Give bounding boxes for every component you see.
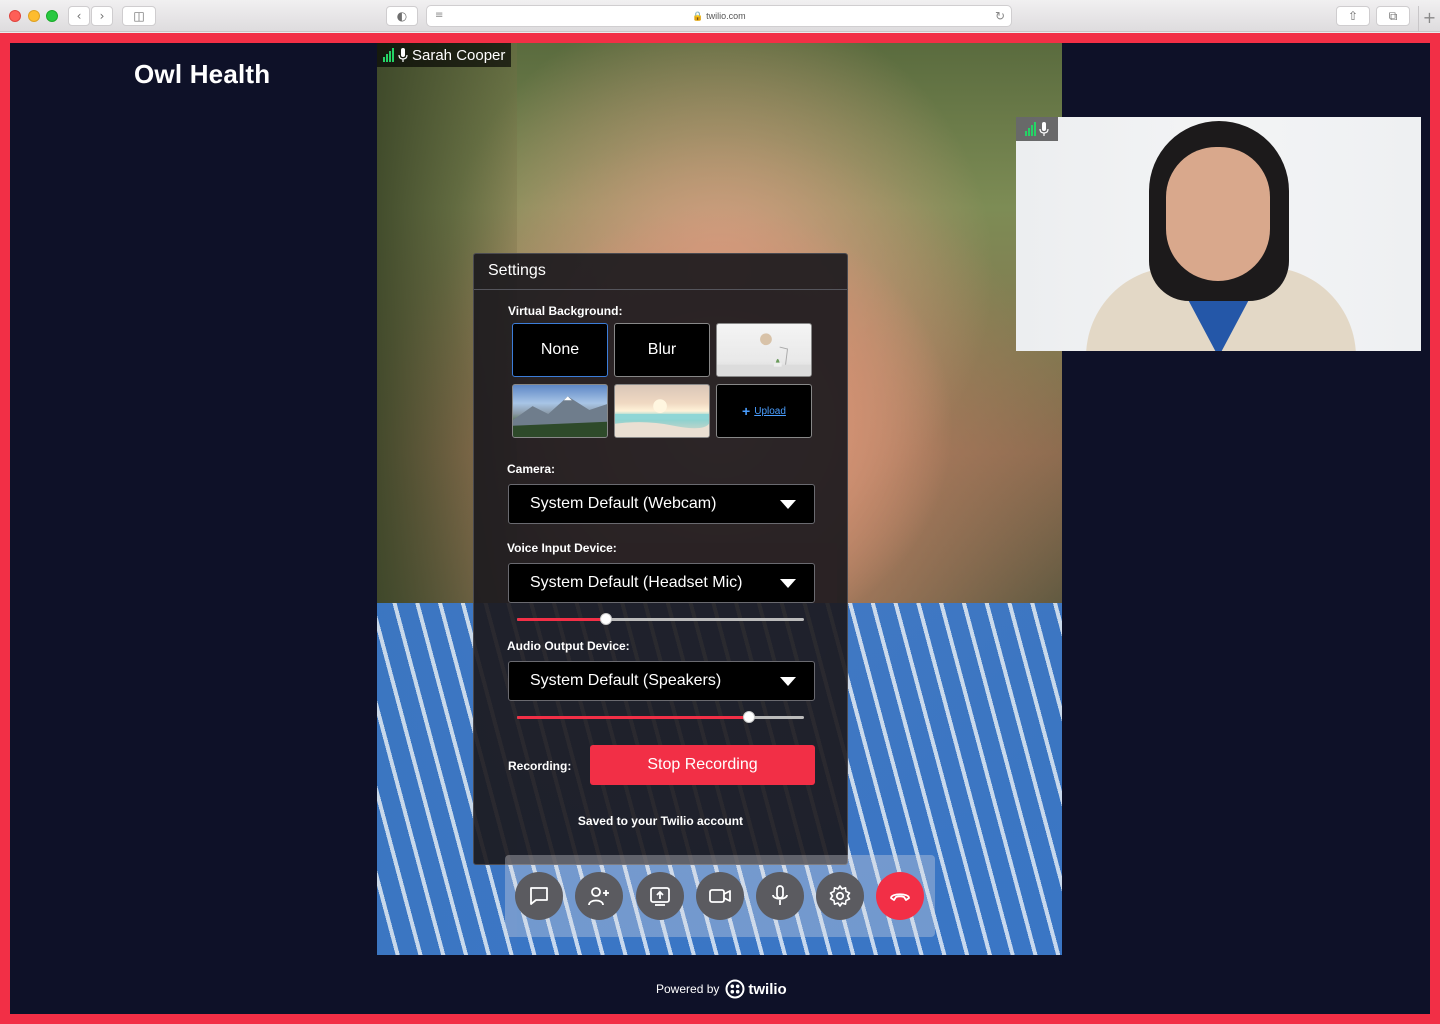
beach-image-thumbnail <box>615 399 709 437</box>
voice-input-label: Voice Input Device: <box>507 541 617 555</box>
chevron-down-icon <box>780 500 796 509</box>
settings-panel: Settings Virtual Background: None Blur +… <box>473 253 848 865</box>
camera-label: Camera: <box>507 462 556 476</box>
background-upload-button[interactable]: + Upload <box>716 384 812 438</box>
brand-logo: Owl Health <box>134 59 271 89</box>
add-person-icon <box>588 887 609 906</box>
audio-output-volume-fill <box>517 716 750 719</box>
forward-button[interactable]: › <box>91 6 113 26</box>
camera-select[interactable]: System Default (Webcam) <box>508 484 815 524</box>
video-camera-icon <box>709 889 731 903</box>
app-body: Owl Health Sarah Cooper Settings Virtual… <box>10 43 1430 1014</box>
microphone-icon <box>398 47 408 62</box>
remote-participant-tag <box>1016 117 1058 141</box>
background-option-mountain-image[interactable] <box>512 384 608 438</box>
microphone-icon <box>1039 121 1049 136</box>
remote-subject-face <box>1166 147 1270 281</box>
background-option-label: Blur <box>647 341 677 358</box>
network-quality-icon <box>383 48 394 62</box>
twilio-logo-icon <box>725 979 745 999</box>
audio-output-volume-slider[interactable] <box>517 711 804 723</box>
tabs-icon: ⧉ <box>1388 8 1398 23</box>
twilio-logo-text: twilio <box>748 980 787 998</box>
audio-output-select[interactable]: System Default (Speakers) <box>508 661 815 701</box>
settings-button[interactable] <box>816 872 864 920</box>
share-screen-icon <box>650 887 670 906</box>
settings-title: Settings <box>488 262 546 279</box>
chat-icon <box>530 887 548 905</box>
app-frame: Owl Health Sarah Cooper Settings Virtual… <box>0 33 1440 1024</box>
shield-icon: ◐ <box>396 9 408 23</box>
background-option-none[interactable]: None <box>512 323 608 377</box>
share-screen-button[interactable] <box>636 872 684 920</box>
audio-output-label: Audio Output Device: <box>507 639 630 653</box>
stop-recording-label: Stop Recording <box>647 756 758 773</box>
sidebar-toggle-button[interactable]: ◫ <box>122 6 156 26</box>
participant-name: Sarah Cooper <box>412 46 506 64</box>
twilio-logo[interactable]: twilio <box>725 979 787 999</box>
camera-select-value: System Default (Webcam) <box>530 495 717 512</box>
upload-link[interactable]: Upload <box>754 406 786 417</box>
sidebar-icon: ◫ <box>133 9 145 23</box>
minimize-window-button[interactable] <box>28 10 40 22</box>
voice-input-volume-slider[interactable] <box>517 613 804 625</box>
back-button[interactable]: ‹ <box>68 6 90 26</box>
microphone-toggle-button[interactable] <box>756 872 804 920</box>
stop-recording-button[interactable]: Stop Recording <box>590 745 815 785</box>
powered-by-footer: Powered by twilio <box>656 979 787 999</box>
reload-icon[interactable]: ↻ <box>995 9 1005 23</box>
background-option-blur[interactable]: Blur <box>614 323 710 377</box>
camera-toggle-button[interactable] <box>696 872 744 920</box>
remote-participant-video <box>1016 117 1421 351</box>
background-option-beach-image[interactable] <box>614 384 710 438</box>
add-participant-button[interactable] <box>575 872 623 920</box>
recording-saved-note: Saved to your Twilio account <box>577 814 744 828</box>
settings-divider <box>474 289 847 290</box>
microphone-icon <box>772 885 788 905</box>
virtual-background-label: Virtual Background: <box>508 304 623 318</box>
audio-output-select-value: System Default (Speakers) <box>530 672 722 689</box>
end-call-button[interactable] <box>876 872 924 920</box>
hang-up-icon <box>890 893 910 901</box>
share-button[interactable]: ⇧ <box>1336 6 1370 26</box>
powered-by-label: Powered by <box>656 982 720 996</box>
chat-button[interactable] <box>515 872 563 920</box>
plus-icon: + <box>742 403 751 419</box>
share-icon: ⇧ <box>1347 9 1359 23</box>
voice-input-select[interactable]: System Default (Headset Mic) <box>508 563 815 603</box>
participant-name-tag: Sarah Cooper <box>377 43 512 67</box>
chevron-right-icon: › <box>99 9 105 23</box>
audio-output-volume-knob[interactable] <box>743 711 756 723</box>
gear-icon <box>829 885 851 907</box>
new-tab-button[interactable]: + <box>1418 6 1440 32</box>
browser-toolbar: ‹ › ◫ ◐ ≡ 🔒 twilio.com ↻ ⇧ ⧉ + <box>0 0 1440 32</box>
chevron-down-icon <box>780 677 796 686</box>
tabs-overview-button[interactable]: ⧉ <box>1376 6 1410 26</box>
mountain-image-thumbnail <box>513 396 607 437</box>
voice-input-select-value: System Default (Headset Mic) <box>530 574 743 591</box>
chevron-left-icon: ‹ <box>76 9 82 23</box>
voice-input-volume-fill <box>517 618 606 621</box>
call-control-bar <box>505 855 935 937</box>
chevron-down-icon <box>780 579 796 588</box>
url-text: 🔒 twilio.com <box>692 11 746 21</box>
background-option-room-image[interactable] <box>716 323 812 377</box>
recording-label: Recording: <box>508 759 572 773</box>
network-quality-icon <box>1025 122 1036 136</box>
privacy-shield-button[interactable]: ◐ <box>386 6 418 26</box>
close-window-button[interactable] <box>9 10 21 22</box>
address-bar[interactable]: ≡ 🔒 twilio.com ↻ <box>426 5 1012 27</box>
url-value: twilio.com <box>706 11 746 21</box>
room-image-thumbnail <box>717 333 811 376</box>
voice-input-volume-knob[interactable] <box>599 613 612 625</box>
background-option-label: None <box>540 341 580 358</box>
zoom-window-button[interactable] <box>46 10 58 22</box>
